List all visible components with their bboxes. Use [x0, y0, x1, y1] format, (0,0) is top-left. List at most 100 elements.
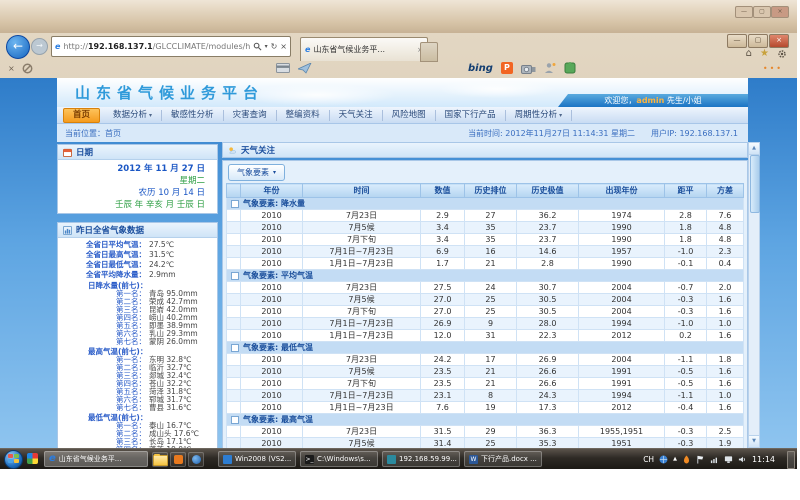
table-cell: -0.5	[665, 366, 707, 378]
summary-row: 全省日平均气温：27.5℃	[58, 240, 217, 250]
scroll-down-icon[interactable]: ▼	[749, 435, 759, 447]
nav-item[interactable]: 周期性分析▾	[506, 110, 573, 121]
ranking-label[interactable]: 第七名：	[58, 338, 146, 346]
close-sidebar-icon[interactable]: ×	[8, 64, 15, 73]
yesterday-weather-panel: 昨日全省气象数据 全省日平均气温：27.5℃全省日最高气温：31.5℃全省日最低…	[57, 222, 218, 448]
new-tab-button[interactable]	[420, 42, 438, 62]
flame-icon[interactable]	[682, 455, 691, 464]
table-cell: 36.2	[517, 210, 579, 222]
start-button[interactable]	[4, 450, 23, 469]
person-share-icon[interactable]	[544, 62, 556, 74]
tray-expand-icon[interactable]: ▲	[673, 456, 677, 462]
taskbar-window-button[interactable]: >_C:\Windows\s...	[300, 451, 378, 467]
taskbar-window-button[interactable]: Win2008 (VS2...	[218, 451, 296, 467]
focus-table: 年份时间数值历史排位历史极值出现年份距平方差 气象要素: 降水量20107月23…	[226, 183, 744, 448]
ranking-value: 曹县 31.6℃	[146, 404, 192, 412]
browser-tab[interactable]: e 山东省气候业务平... ×	[300, 37, 428, 61]
taskbar-pin-media[interactable]	[188, 452, 204, 467]
scrollbar-thumb[interactable]	[750, 155, 760, 213]
column-header: 历史极值	[517, 184, 579, 198]
language-indicator[interactable]: CH	[643, 455, 654, 464]
taskbar-window-button[interactable]: W下行产品.docx ...	[464, 451, 542, 467]
favorites-star-icon[interactable]: ★	[760, 48, 769, 59]
table-cell: 6.9	[421, 246, 465, 258]
nav-item[interactable]: 敏感性分析	[162, 110, 224, 121]
nav-item[interactable]: 国家下行产品	[436, 110, 506, 121]
table-cell: 1.6	[707, 306, 744, 318]
vertical-scrollbar[interactable]: ▲ ▼	[748, 142, 760, 448]
nav-item[interactable]: 灾害查询	[224, 110, 277, 121]
row-gutter	[227, 234, 241, 246]
bing-logo[interactable]: bing	[468, 63, 493, 74]
monitor-icon[interactable]	[724, 455, 733, 464]
maximize-icon[interactable]: ▢	[748, 34, 768, 48]
minimize-icon[interactable]: —	[727, 34, 747, 48]
table-cell: 28.0	[517, 318, 579, 330]
taskbar-window-button[interactable]: 192.168.59.99...	[382, 451, 460, 467]
stop-icon[interactable]: ×	[280, 42, 287, 51]
scroll-up-icon[interactable]: ▲	[749, 143, 759, 155]
refresh-icon[interactable]: ↻	[271, 42, 278, 51]
table-cell: 35	[465, 234, 517, 246]
nav-item[interactable]: 数据分析▾	[104, 110, 162, 121]
send-mail-icon[interactable]	[298, 63, 312, 74]
show-desktop-button[interactable]	[787, 451, 795, 469]
focus-table-body: 气象要素: 降水量20107月23日2.92736.219742.87.6201…	[227, 198, 744, 449]
minimize-icon[interactable]: —	[735, 6, 753, 18]
maximize-icon[interactable]: ▢	[753, 6, 771, 18]
group-checkbox[interactable]	[231, 344, 239, 352]
table-cell: 8	[465, 390, 517, 402]
taskbar-pin-app[interactable]	[170, 452, 186, 467]
overflow-menu-icon[interactable]: •••	[763, 64, 783, 73]
group-checkbox[interactable]	[231, 200, 239, 208]
column-header: 数值	[421, 184, 465, 198]
summary-row: 全省平均降水量：2.9mm	[58, 270, 217, 280]
table-cell: 30.7	[517, 282, 579, 294]
address-bar[interactable]: e http://192.168.137.1/GLCCLIMATE/module…	[51, 36, 291, 57]
forward-button[interactable]: →	[31, 38, 48, 55]
addons-puzzle-icon[interactable]	[564, 62, 576, 74]
action-center-flag-icon[interactable]	[696, 455, 705, 464]
settings-gear-icon[interactable]	[777, 49, 787, 59]
table-cell: 12.0	[421, 330, 465, 342]
table-cell: 21	[465, 378, 517, 390]
card-icon[interactable]	[276, 63, 290, 73]
table-cell: 2012	[579, 330, 665, 342]
table-cell: 14.6	[517, 246, 579, 258]
chevron-down-icon[interactable]: ▾	[265, 43, 268, 50]
search-icon[interactable]	[253, 42, 262, 51]
bing-badge-icon[interactable]: P	[501, 62, 513, 74]
back-button[interactable]: ←	[6, 35, 30, 59]
taskbar-window-ie[interactable]: e 山东省气候业务平...	[44, 451, 148, 467]
camera-icon[interactable]	[521, 63, 536, 74]
table-cell: 1994	[579, 318, 665, 330]
nav-item[interactable]: 风险地图	[383, 110, 436, 121]
column-header: 时间	[303, 184, 421, 198]
element-select-button[interactable]: 气象要素 ▾	[228, 164, 285, 181]
table-cell: 16	[465, 246, 517, 258]
table-cell: -0.5	[665, 378, 707, 390]
home-icon[interactable]: ⌂	[746, 48, 752, 59]
nav-item[interactable]: 整编资料	[277, 110, 330, 121]
table-cell: 1.6	[707, 402, 744, 414]
clock[interactable]: 11:14	[752, 455, 775, 464]
table-cell: 26.9	[517, 354, 579, 366]
quick-launch-icon[interactable]	[27, 453, 38, 464]
group-checkbox[interactable]	[231, 272, 239, 280]
nav-item[interactable]: 天气关注	[330, 110, 383, 121]
taskbar-pin-explorer[interactable]	[152, 452, 168, 467]
nav-item[interactable]: 首页	[63, 108, 100, 123]
table-cell: 21	[465, 258, 517, 270]
table-cell: 24.2	[421, 354, 465, 366]
table-cell: 7月5候	[303, 438, 421, 449]
network-icon[interactable]	[710, 455, 719, 464]
weather-focus-header: 天气关注	[222, 142, 748, 158]
speaker-icon[interactable]	[738, 455, 747, 464]
group-checkbox[interactable]	[231, 416, 239, 424]
ranking-label[interactable]: 第七名：	[58, 404, 146, 412]
close-icon[interactable]: ×	[771, 6, 789, 18]
row-gutter	[227, 438, 241, 449]
ime-sphere-icon[interactable]	[659, 455, 668, 464]
welcome-banner: 欢迎您，admin 先生/小姐	[558, 94, 748, 107]
close-icon[interactable]: ×	[769, 34, 789, 48]
